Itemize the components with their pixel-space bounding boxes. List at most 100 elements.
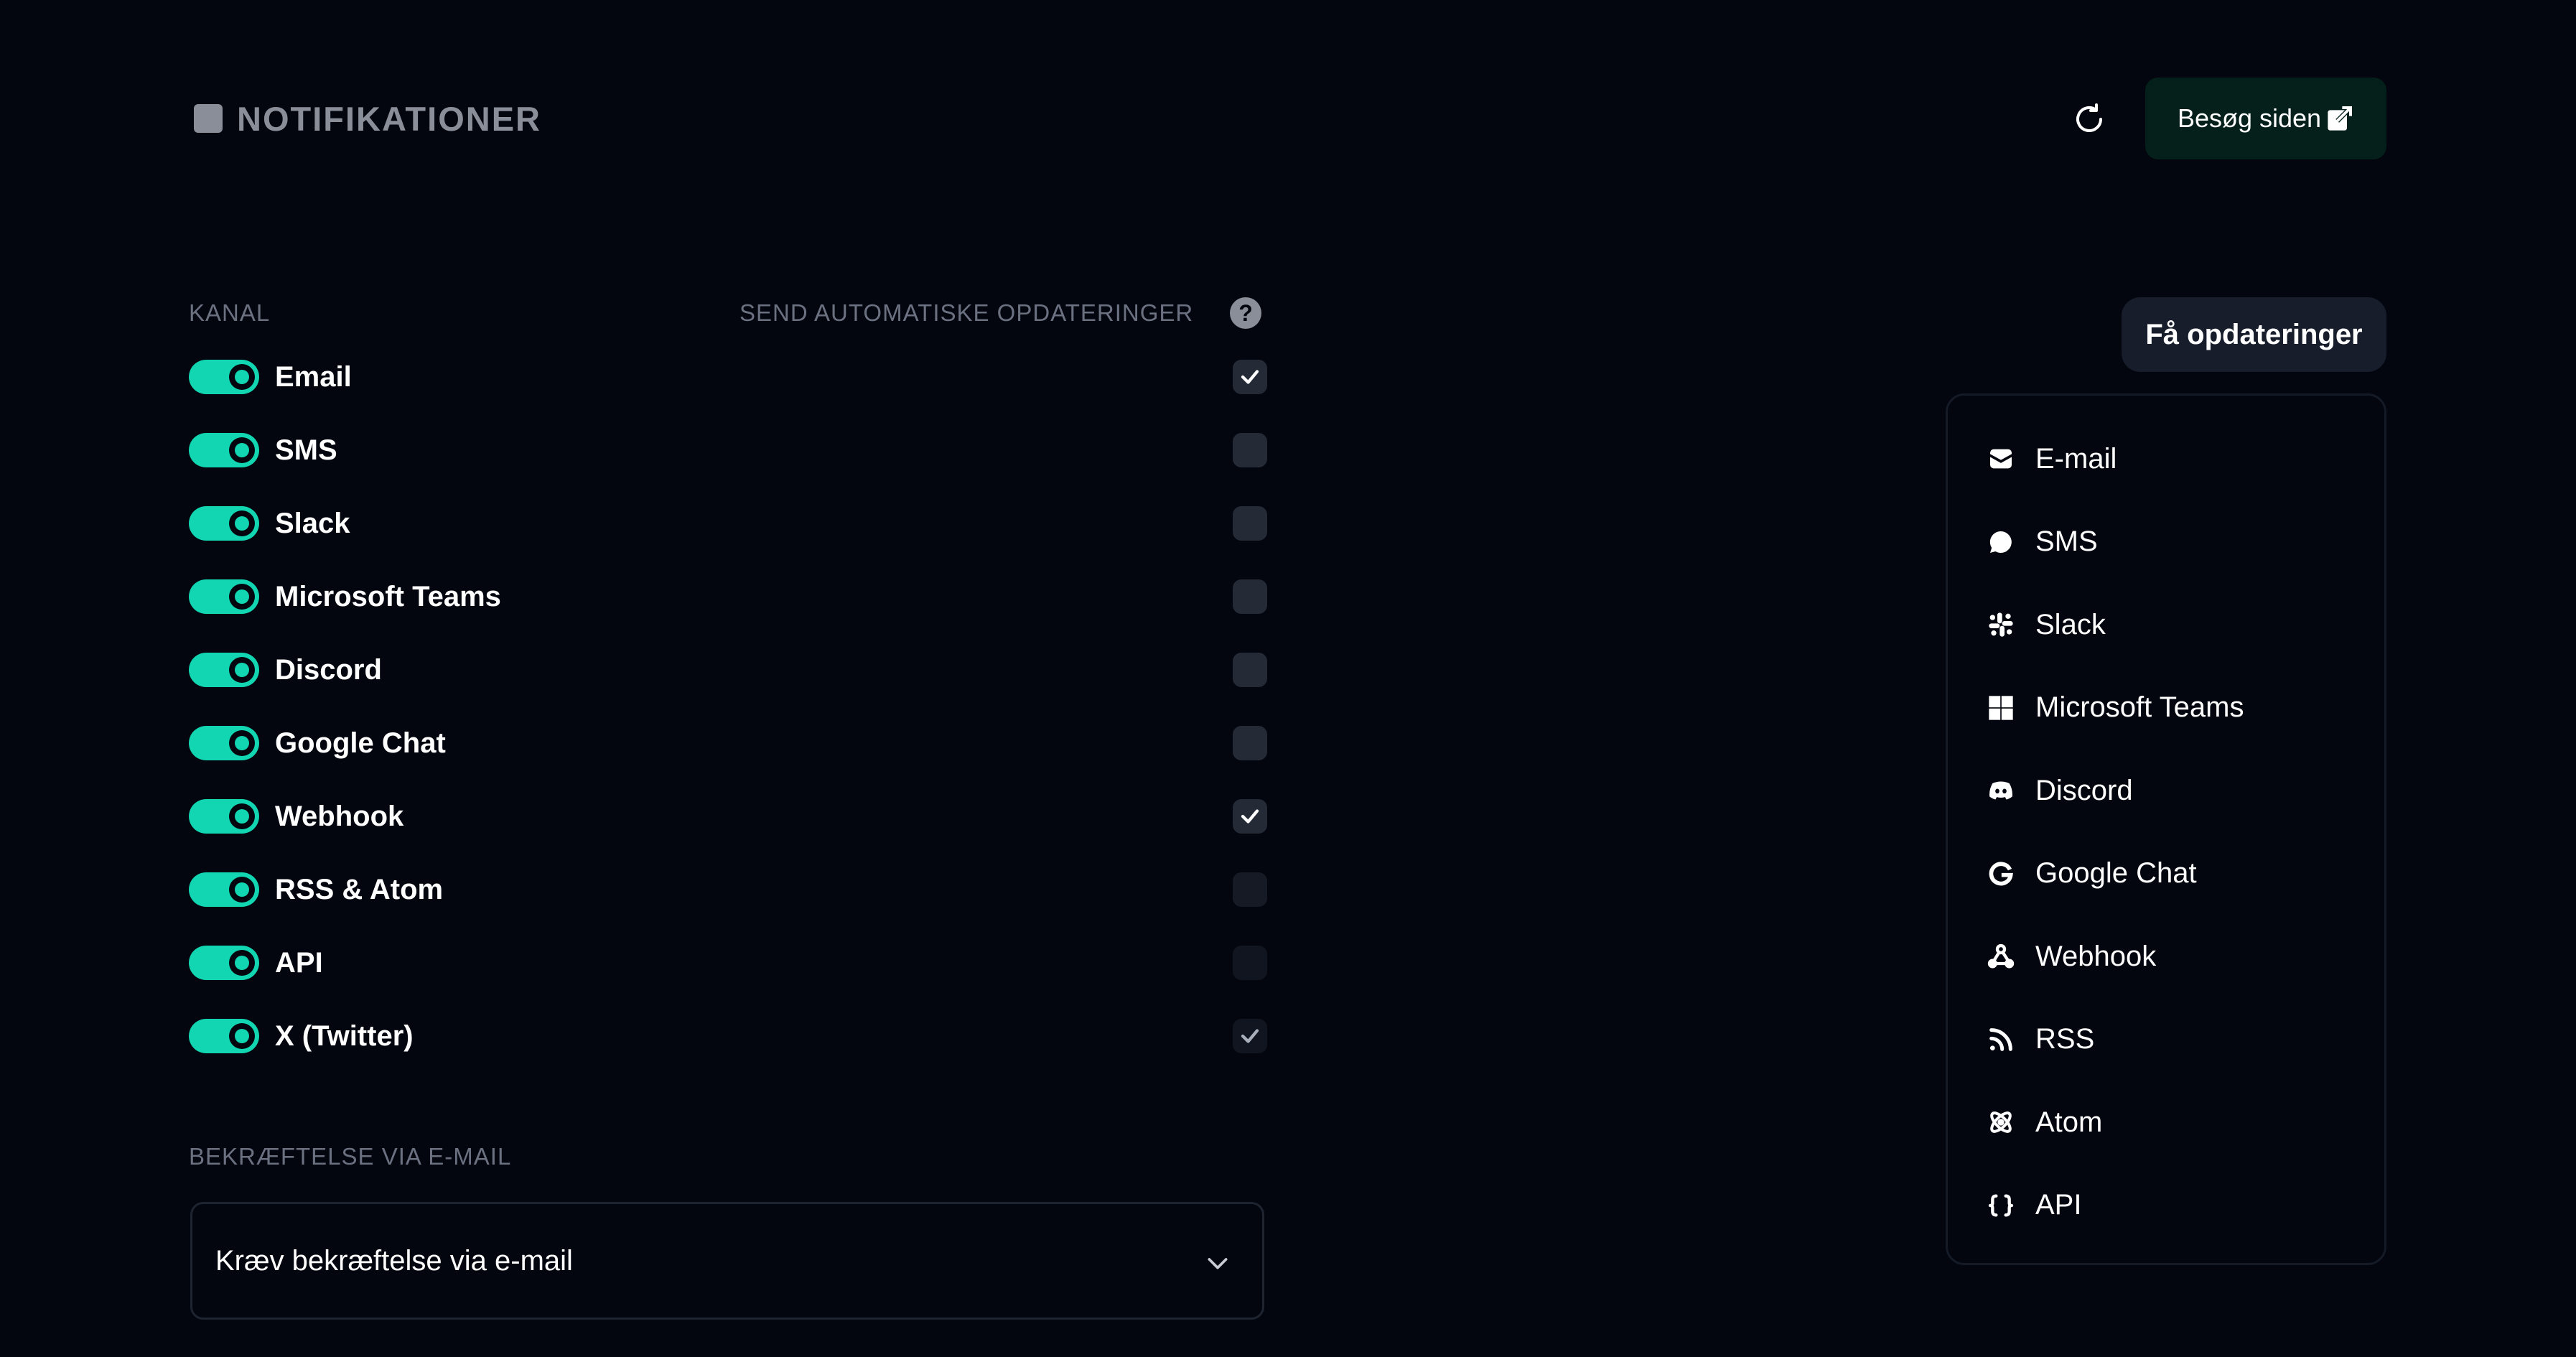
get-updates-label: Få opdateringer xyxy=(2145,318,2363,350)
updates-menu-item[interactable]: API xyxy=(1985,1177,2358,1234)
channel-label: Discord xyxy=(275,653,382,686)
updates-menu-item[interactable]: Slack xyxy=(1985,596,2358,653)
atom-icon xyxy=(1985,1106,2017,1138)
column-header-auto-updates: SEND AUTOMATISKE OPDATERINGER xyxy=(739,299,1194,326)
updates-menu-label: API xyxy=(2035,1189,2082,1221)
auto-update-checkbox[interactable] xyxy=(1233,653,1267,687)
envelope-icon xyxy=(1985,443,2017,475)
chevron-down-icon xyxy=(1208,1258,1228,1269)
channel-toggle[interactable] xyxy=(189,872,259,907)
webhook-icon xyxy=(1985,941,2017,972)
channel-label: Google Chat xyxy=(275,727,446,759)
channel-row: Email xyxy=(189,355,1267,398)
checkmark-icon xyxy=(1241,370,1259,384)
section-square-icon xyxy=(194,104,223,133)
updates-menu-item[interactable]: SMS xyxy=(1985,513,2358,571)
windows-icon xyxy=(1985,692,2017,724)
channel-toggle[interactable] xyxy=(189,799,259,834)
channel-toggle[interactable] xyxy=(189,1019,259,1053)
visit-site-button[interactable]: Besøg siden xyxy=(2145,78,2386,159)
updates-menu-item[interactable]: RSS xyxy=(1985,1011,2358,1068)
updates-menu-item[interactable]: Discord xyxy=(1985,762,2358,819)
updates-menu-label: Slack xyxy=(2035,608,2106,640)
updates-menu-label: Microsoft Teams xyxy=(2035,691,2244,723)
confirmation-header: BEKRÆFTELSE VIA E-MAIL xyxy=(189,1143,512,1170)
channel-row: RSS & Atom xyxy=(189,868,1267,911)
updates-menu-label: Discord xyxy=(2035,774,2133,806)
chat-bubble-icon xyxy=(1985,526,2017,558)
channel-toggle[interactable] xyxy=(189,433,259,467)
checkmark-icon xyxy=(1241,809,1259,824)
updates-menu-item[interactable]: Google Chat xyxy=(1985,845,2358,903)
slack-icon xyxy=(1985,609,2017,640)
auto-update-checkbox[interactable] xyxy=(1233,579,1267,614)
channel-toggle[interactable] xyxy=(189,946,259,980)
channel-label: SMS xyxy=(275,434,337,466)
updates-menu-label: Webhook xyxy=(2035,940,2157,972)
page-title: NOTIFIKATIONER xyxy=(237,99,541,138)
column-header-channel: KANAL xyxy=(189,299,271,326)
updates-menu-label: RSS xyxy=(2035,1023,2095,1055)
refresh-icon xyxy=(2076,103,2102,132)
channel-label: Webhook xyxy=(275,800,404,832)
channel-label: Email xyxy=(275,360,352,393)
external-link-icon xyxy=(2328,106,2353,131)
visit-site-label: Besøg siden xyxy=(2177,103,2322,133)
channel-label: API xyxy=(275,946,323,979)
confirmation-select-value: Kræv bekræftelse via e-mail xyxy=(215,1244,573,1277)
channel-toggle[interactable] xyxy=(189,726,259,760)
updates-menu-label: Google Chat xyxy=(2035,857,2197,889)
toggle-knob xyxy=(229,584,255,610)
toggle-knob xyxy=(229,437,255,463)
notifications-page: NOTIFIKATIONER Besøg siden KANAL SEND AU… xyxy=(0,0,2576,1357)
refresh-button[interactable] xyxy=(2068,98,2111,141)
auto-update-checkbox[interactable] xyxy=(1233,799,1267,834)
auto-update-checkbox[interactable] xyxy=(1233,506,1267,541)
auto-update-checkbox[interactable] xyxy=(1233,946,1267,980)
channel-row: X (Twitter) xyxy=(189,1015,1267,1058)
updates-menu-label: SMS xyxy=(2035,526,2098,557)
channel-row: Google Chat xyxy=(189,722,1267,765)
auto-update-checkbox[interactable] xyxy=(1233,433,1267,467)
channel-label: RSS & Atom xyxy=(275,873,444,905)
auto-update-checkbox[interactable] xyxy=(1233,726,1267,760)
channel-row: Slack xyxy=(189,502,1267,545)
channel-toggle[interactable] xyxy=(189,579,259,614)
channel-label: Microsoft Teams xyxy=(275,580,501,612)
updates-menu-item[interactable]: Atom xyxy=(1985,1093,2358,1151)
toggle-knob xyxy=(229,510,255,536)
toggle-knob xyxy=(229,364,255,390)
checkmark-icon xyxy=(1241,1029,1259,1043)
updates-menu-item[interactable]: Microsoft Teams xyxy=(1985,679,2358,737)
channel-row: Microsoft Teams xyxy=(189,575,1267,618)
toggle-knob xyxy=(229,657,255,683)
rss-icon xyxy=(1985,1024,2017,1055)
discord-icon xyxy=(1985,775,2017,806)
channel-toggle[interactable] xyxy=(189,360,259,394)
page-header: NOTIFIKATIONER xyxy=(194,99,541,138)
auto-update-checkbox[interactable] xyxy=(1233,872,1267,907)
help-icon[interactable]: ? xyxy=(1230,297,1261,329)
toggle-knob xyxy=(229,803,255,829)
channel-label: X (Twitter) xyxy=(275,1020,414,1052)
channel-toggle[interactable] xyxy=(189,506,259,541)
channel-toggle[interactable] xyxy=(189,653,259,687)
get-updates-button[interactable]: Få opdateringer xyxy=(2122,297,2386,372)
updates-dropdown-menu: E-mail SMS Slack Microsoft Teams Discord Goog… xyxy=(1946,393,2386,1265)
channel-label: Slack xyxy=(275,507,350,539)
braces-icon xyxy=(1985,1190,2017,1221)
auto-update-checkbox[interactable] xyxy=(1233,1019,1267,1053)
auto-update-checkbox[interactable] xyxy=(1233,360,1267,394)
confirmation-select[interactable]: Kræv bekræftelse via e-mail xyxy=(190,1202,1264,1320)
channel-row: Discord xyxy=(189,648,1267,691)
updates-menu-label: Atom xyxy=(2035,1106,2103,1138)
updates-menu-item[interactable]: Webhook xyxy=(1985,928,2358,985)
toggle-knob xyxy=(229,877,255,903)
channel-row: SMS xyxy=(189,429,1267,472)
updates-menu-label: E-mail xyxy=(2035,442,2117,475)
toggle-knob xyxy=(229,730,255,756)
toggle-knob xyxy=(229,950,255,976)
updates-menu-item[interactable]: E-mail xyxy=(1985,430,2358,488)
toggle-knob xyxy=(229,1023,255,1049)
google-icon xyxy=(1985,858,2017,890)
